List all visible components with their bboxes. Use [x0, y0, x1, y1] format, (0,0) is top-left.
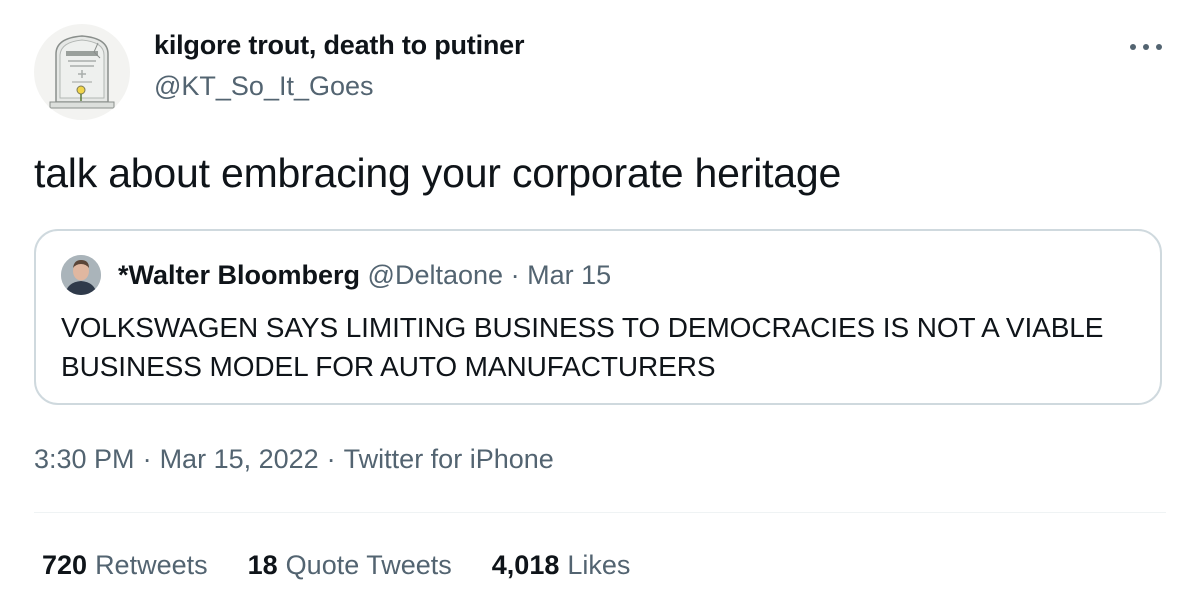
quote-date: Mar 15: [527, 260, 612, 290]
quote-tweets-count: 18: [247, 550, 278, 580]
more-options-button[interactable]: [1126, 34, 1166, 60]
tweet-metadata: 3:30 PM · Mar 15, 2022 · Twitter for iPhone: [34, 444, 554, 475]
retweets-count: 720: [42, 550, 88, 580]
quote-author-handle[interactable]: @Deltaone: [368, 260, 504, 290]
likes-label: Likes: [567, 550, 631, 580]
tweet-time[interactable]: 3:30 PM: [34, 444, 135, 474]
tombstone-icon: [49, 35, 115, 109]
quote-tweets-label: Quote Tweets: [285, 550, 452, 580]
more-dots-icon: [1130, 44, 1162, 50]
tweet-date[interactable]: Mar 15, 2022: [160, 444, 319, 474]
meta-separator: ·: [326, 444, 336, 474]
likes-count: 4,018: [491, 550, 560, 580]
tweet-text: talk about embracing your corporate heri…: [34, 150, 842, 196]
likes-stat[interactable]: 4,018 Likes: [492, 550, 631, 581]
author-display-name[interactable]: kilgore trout, death to putiner: [154, 30, 525, 61]
quote-separator: ·: [510, 260, 520, 290]
quote-author-name[interactable]: *Walter Bloomberg: [118, 260, 360, 290]
retweets-stat[interactable]: 720 Retweets: [42, 550, 208, 581]
quote-header: *Walter Bloomberg @Deltaone · Mar 15: [118, 260, 611, 291]
engagement-stats: 720 Retweets 18 Quote Tweets 4,018 Likes: [42, 550, 630, 581]
quote-text: VOLKSWAGEN SAYS LIMITING BUSINESS TO DEM…: [61, 312, 1104, 382]
divider: [34, 512, 1166, 513]
tweet-source-link[interactable]: Twitter for iPhone: [344, 444, 554, 474]
quote-author-avatar[interactable]: [61, 255, 101, 295]
quote-tweets-stat[interactable]: 18 Quote Tweets: [248, 550, 452, 581]
retweets-label: Retweets: [95, 550, 208, 580]
author-handle[interactable]: @KT_So_It_Goes: [154, 71, 374, 102]
person-photo-icon: [61, 255, 101, 295]
quoted-tweet-card[interactable]: *Walter Bloomberg @Deltaone · Mar 15 VOL…: [34, 229, 1162, 405]
meta-separator: ·: [142, 444, 152, 474]
author-avatar[interactable]: [34, 24, 130, 120]
